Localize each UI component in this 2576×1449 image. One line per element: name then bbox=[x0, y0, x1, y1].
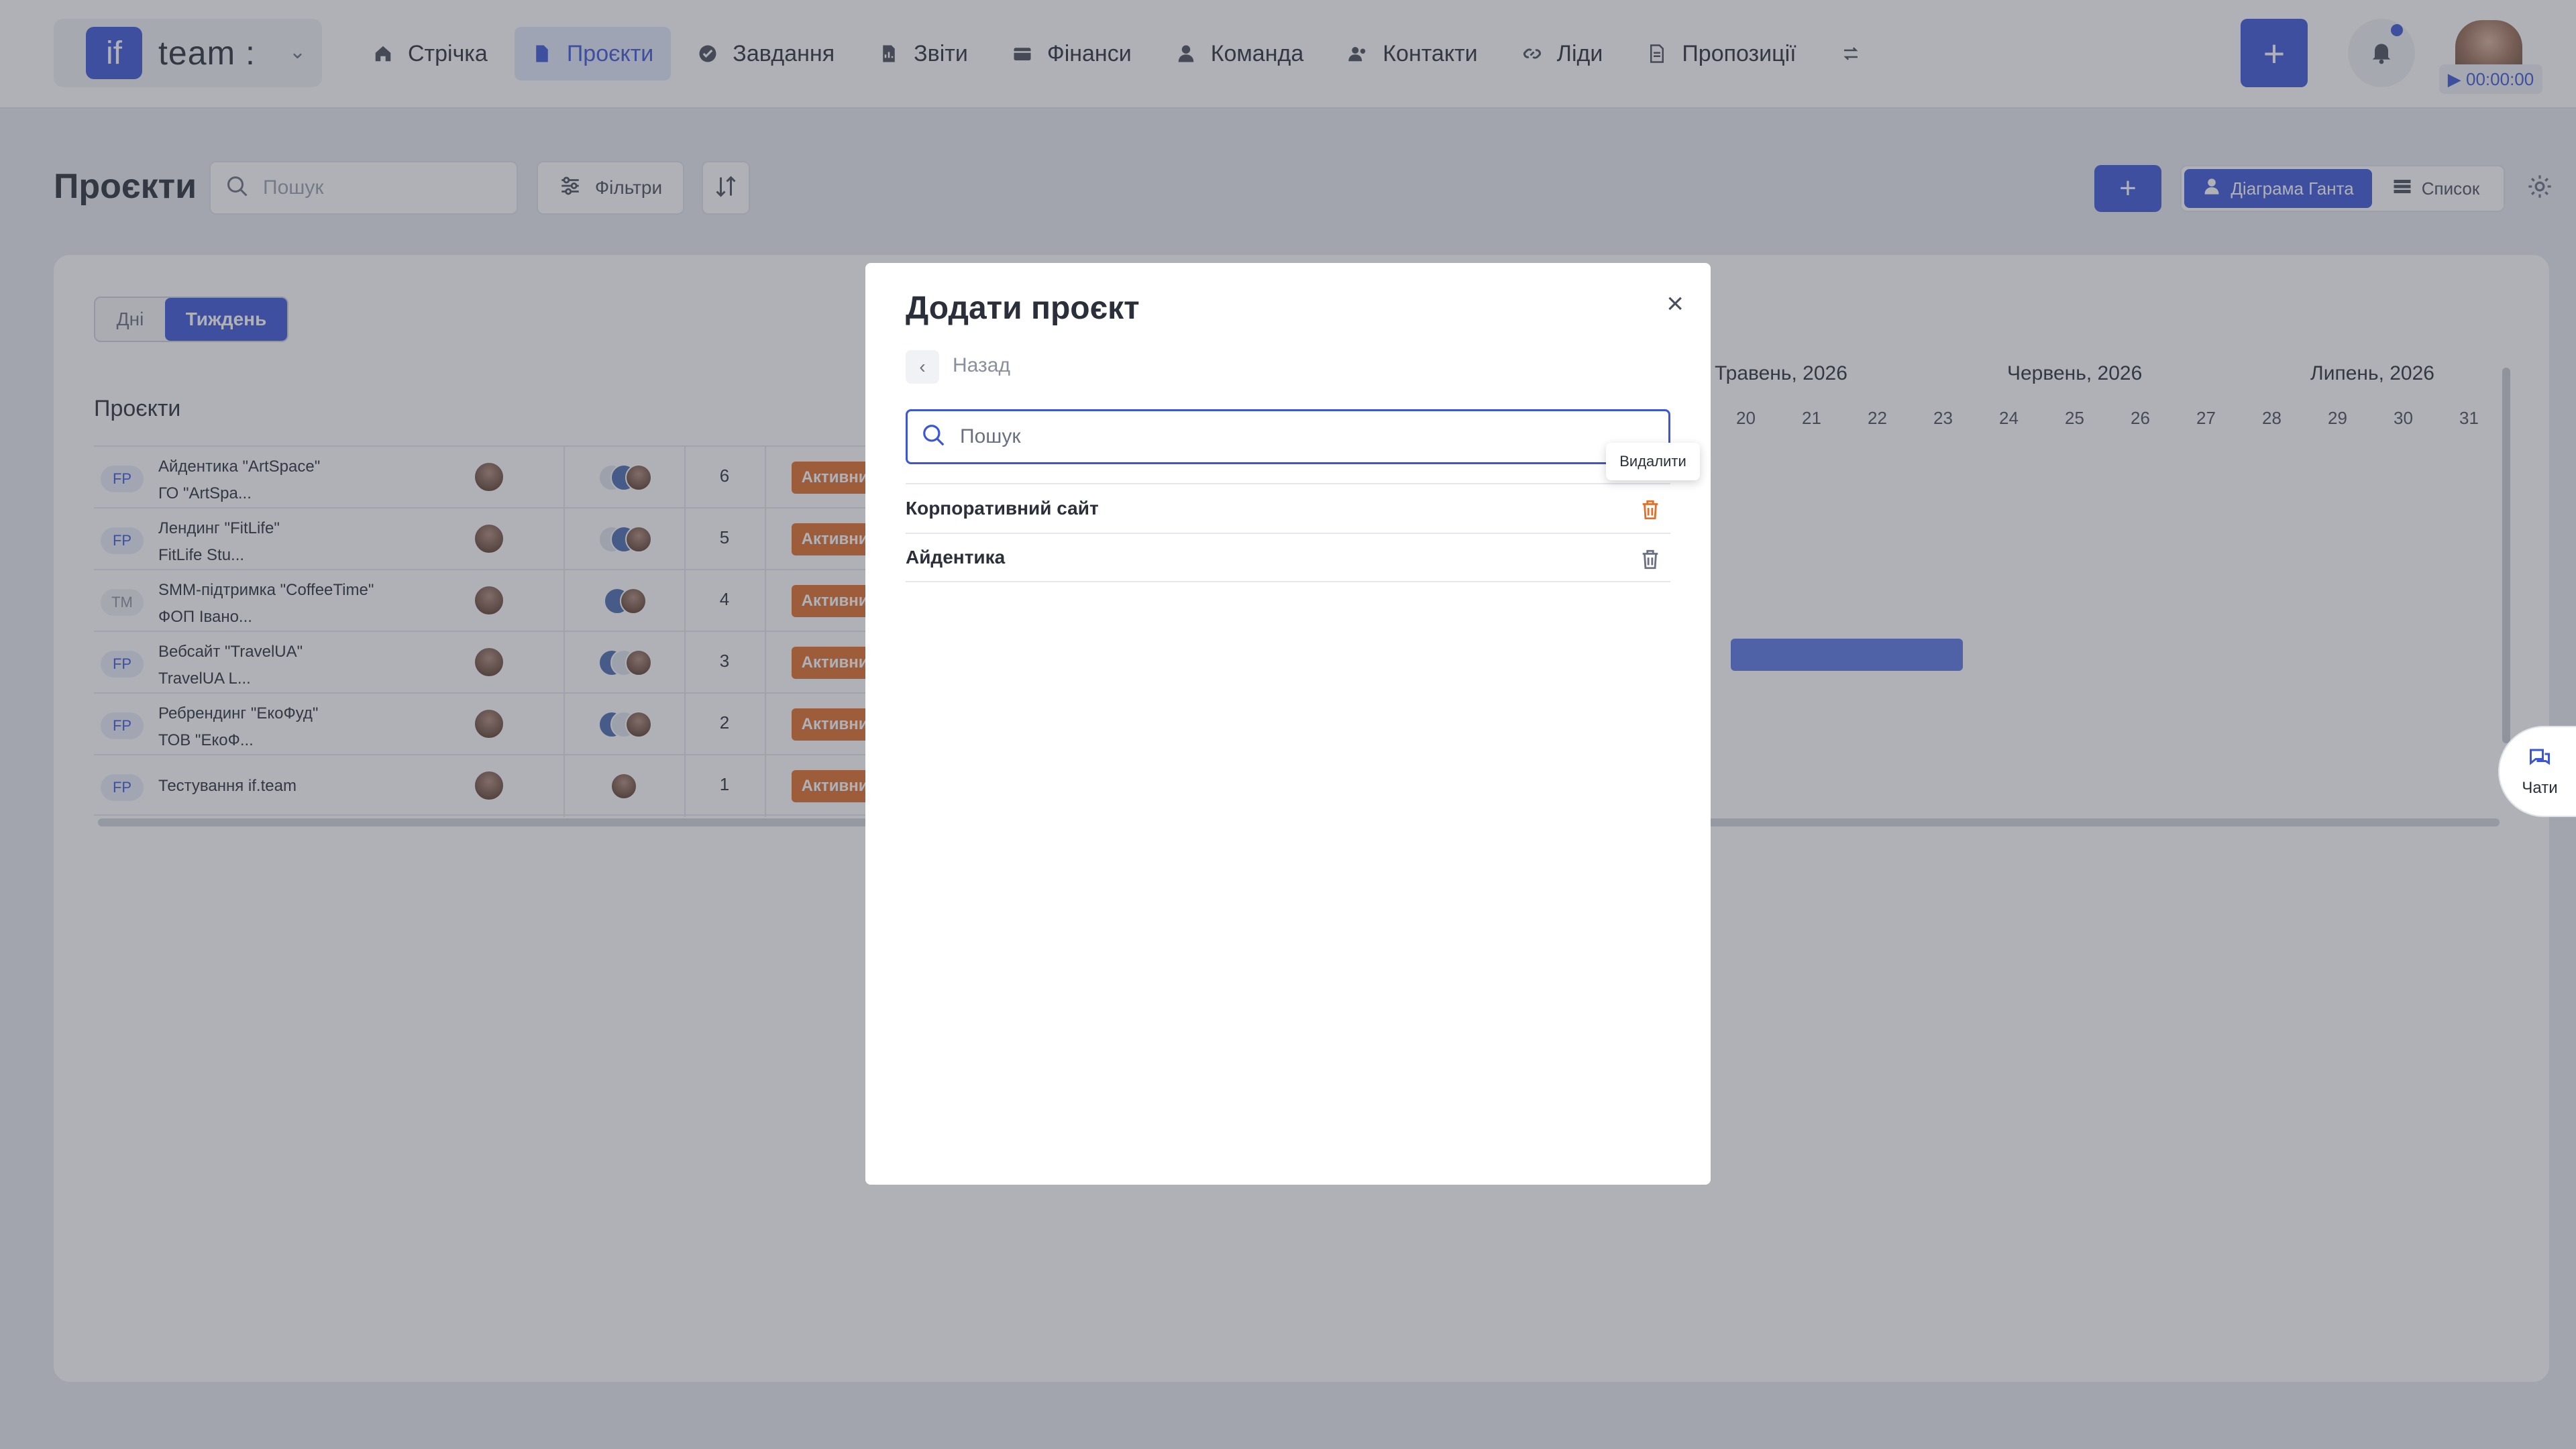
search-icon bbox=[921, 423, 947, 451]
search-placeholder: Пошук bbox=[960, 425, 1021, 447]
list-item[interactable]: Айдентика bbox=[906, 533, 1670, 582]
back-button[interactable]: ‹ bbox=[906, 350, 939, 384]
delete-tooltip: Видалити bbox=[1606, 443, 1700, 480]
close-icon[interactable]: × bbox=[1666, 287, 1684, 321]
chevron-left-icon: ‹ bbox=[919, 356, 926, 377]
list-item[interactable]: Корпоративний сайт bbox=[906, 483, 1670, 533]
project-option-name: Корпоративний сайт bbox=[906, 498, 1099, 519]
back-label[interactable]: Назад bbox=[953, 354, 1010, 377]
chats-label: Чати bbox=[2522, 778, 2558, 797]
chat-icon bbox=[2528, 746, 2552, 775]
trash-icon[interactable] bbox=[1637, 496, 1664, 523]
add-project-modal: Додати проєкт × ‹ Назад Пошук Корпоратив… bbox=[865, 263, 1711, 1185]
trash-icon[interactable] bbox=[1637, 546, 1664, 573]
modal-search-input[interactable]: Пошук bbox=[906, 409, 1670, 464]
project-option-name: Айдентика bbox=[906, 547, 1006, 568]
modal-title: Додати проєкт bbox=[906, 290, 1140, 326]
